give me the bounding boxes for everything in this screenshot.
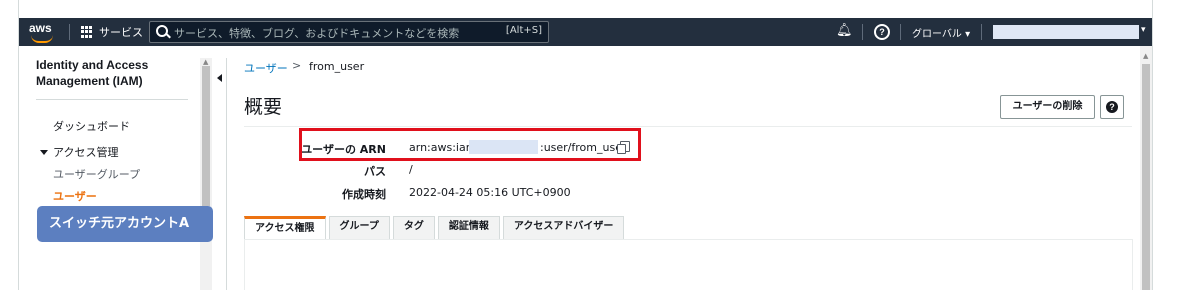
nav-divider <box>981 24 982 40</box>
region-selector[interactable]: グローバル ▾ <box>912 25 970 40</box>
tab-bar: アクセス権限 グループ タグ 認証情報 アクセスアドバイザー <box>244 216 627 240</box>
tab-tags[interactable]: タグ <box>392 216 435 239</box>
highlight-box <box>299 128 641 161</box>
scrollbar-thumb[interactable] <box>1142 64 1150 290</box>
scroll-up-icon[interactable]: ▲ <box>1143 52 1148 60</box>
question-icon[interactable]: ? <box>874 24 890 40</box>
tab-access-advisor[interactable]: アクセスアドバイザー <box>502 216 625 239</box>
created-label: 作成時刻 <box>342 188 386 201</box>
page-title: 概要 <box>244 96 283 118</box>
sidebar-collapse-toggle[interactable] <box>214 58 227 290</box>
chevron-down-icon[interactable]: ▾ <box>1141 25 1146 35</box>
services-menu[interactable]: サービス <box>81 18 143 46</box>
search-input[interactable]: サービス、特徴、ブログ、およびドキュメントなどを検索 [Alt+S] <box>149 21 549 43</box>
sidebar-item-users[interactable]: ユーザー <box>53 188 97 204</box>
sidebar-item-dashboard[interactable]: ダッシュボード <box>53 118 130 134</box>
services-label: サービス <box>99 26 143 39</box>
scrollbar-thumb[interactable] <box>202 66 210 206</box>
account-menu-masked[interactable] <box>993 25 1139 39</box>
tab-groups[interactable]: グループ <box>328 216 390 239</box>
breadcrumb-separator: > <box>292 59 302 72</box>
aws-logo-text: aws <box>29 21 52 35</box>
search-placeholder: サービス、特徴、ブログ、およびドキュメントなどを検索 <box>174 27 460 40</box>
sidebar-section-access-management[interactable]: アクセス管理 <box>53 144 118 160</box>
path-value: / <box>409 163 413 176</box>
sidebar-divider <box>36 99 188 100</box>
caret-down-icon[interactable] <box>40 150 48 155</box>
created-value: 2022-04-24 05:16 UTC+0900 <box>409 186 571 199</box>
search-icon <box>156 25 168 37</box>
search-shortcut: [Alt+S] <box>505 25 542 36</box>
sidebar-item-user-groups[interactable]: ユーザーグループ <box>53 166 140 182</box>
annotation-label: スイッチ元アカウントA <box>37 206 213 242</box>
help-button[interactable]: ? <box>1100 95 1124 119</box>
sidebar: Identity and Access Management (IAM) ダッシ… <box>19 46 200 290</box>
nav-divider <box>862 24 863 40</box>
delete-user-button[interactable]: ユーザーの削除 <box>1000 95 1095 119</box>
tab-credentials[interactable]: 認証情報 <box>437 216 500 239</box>
question-icon: ? <box>1106 101 1118 113</box>
breadcrumb-current: from_user <box>309 60 365 73</box>
sidebar-scrollbar[interactable]: ▲ <box>200 58 212 290</box>
tab-permissions[interactable]: アクセス権限 <box>244 216 326 239</box>
grid-icon <box>81 26 93 38</box>
path-label: パス <box>364 165 386 178</box>
browser-frame: aws サービス サービス、特徴、ブログ、およびドキュメントなどを検索 [Alt… <box>18 0 1153 290</box>
collapse-left-icon[interactable] <box>217 74 222 82</box>
main-scrollbar[interactable]: ▲ <box>1140 46 1152 290</box>
nav-divider <box>69 24 70 40</box>
sidebar-item-policies[interactable]: ポリシー <box>59 280 103 290</box>
tab-panel <box>244 239 1133 290</box>
bell-icon[interactable]: 🔔︎ <box>836 23 853 38</box>
nav-divider <box>900 24 901 40</box>
aws-smile-icon <box>31 35 53 43</box>
top-navigation: aws サービス サービス、特徴、ブログ、およびドキュメントなどを検索 [Alt… <box>19 18 1152 46</box>
section-divider <box>244 126 1132 127</box>
scroll-up-icon[interactable]: ▲ <box>203 58 208 66</box>
breadcrumb-users-link[interactable]: ユーザー <box>244 60 288 76</box>
sidebar-title[interactable]: Identity and Access Management (IAM) <box>36 57 196 89</box>
aws-logo[interactable]: aws <box>29 21 59 43</box>
